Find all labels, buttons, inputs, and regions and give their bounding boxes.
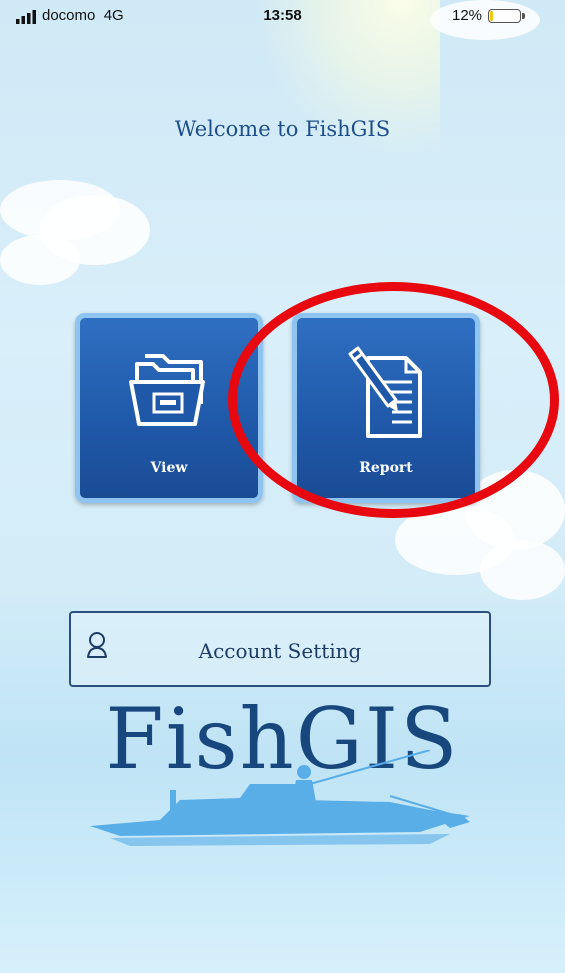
fishing-boat-silhouette (90, 750, 470, 846)
cloud (480, 540, 565, 600)
status-bar: docomo 4G 13:58 12% (0, 0, 565, 34)
battery-nub (522, 13, 525, 19)
app-screen: docomo 4G 13:58 12% Welcome to FishGIS V… (0, 0, 565, 973)
account-setting-button[interactable]: Account Setting (69, 611, 491, 687)
welcome-title: Welcome to FishGIS (174, 117, 391, 141)
folder-icon (129, 354, 205, 426)
battery-percent: 12% (452, 7, 483, 24)
highlight-circle (228, 282, 559, 518)
battery-icon (488, 9, 521, 23)
view-label: View (150, 460, 188, 476)
battery-level-fill (490, 11, 493, 21)
account-setting-label: Account Setting (198, 639, 362, 663)
cloud (0, 235, 80, 285)
